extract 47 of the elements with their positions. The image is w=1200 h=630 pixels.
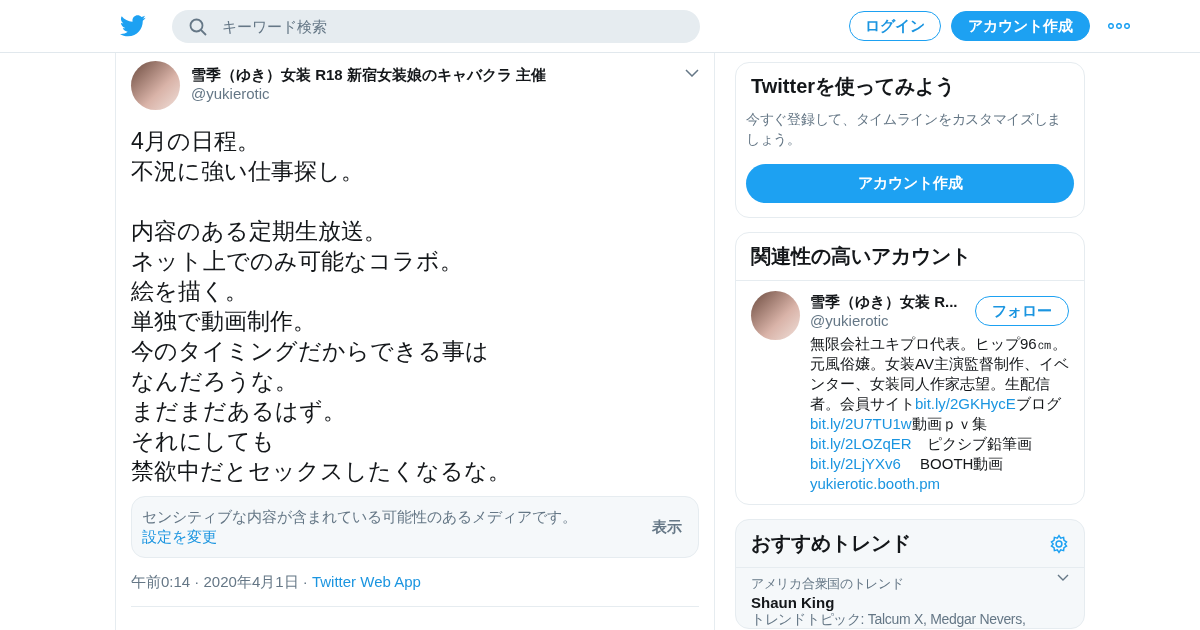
bio-link[interactable]: bit.ly/2LOZqER: [810, 435, 912, 452]
trend-name[interactable]: Shaun King: [751, 594, 1069, 611]
sensitive-warning-text: センシティブな内容が含まれている可能性のあるメディアです。 設定を変更: [142, 507, 578, 547]
bio-link[interactable]: bit.ly/2LjYXv6: [810, 455, 901, 472]
tweet-text-line: それにしても: [131, 427, 276, 456]
chevron-down-icon[interactable]: [685, 69, 699, 77]
user-handle: @yukierotic: [191, 85, 271, 102]
login-button[interactable]: ログイン: [849, 11, 941, 41]
card-title: 関連性の高いアカウント: [736, 233, 1084, 281]
signup-button[interactable]: アカウント作成: [746, 164, 1074, 203]
tweet-text-line: 不況に強い仕事探し。: [131, 157, 365, 186]
tweet-text-line: なんだろうな。: [131, 367, 299, 396]
join-text: 今すぐ登録して、タイムラインをカスタマイズしましょう。: [745, 111, 1063, 149]
tweet-text-line: 禁欲中だとセックスしたくなるな。: [131, 457, 512, 486]
trend-context: アメリカ合衆国のトレンド: [751, 575, 904, 593]
bio-link[interactable]: bit.ly/2U7TU1w: [810, 415, 912, 432]
avatar[interactable]: [751, 291, 800, 340]
separator-dot: ·: [302, 573, 308, 590]
user-handle: @yukierotic: [810, 312, 890, 329]
card-title: おすすめトレンド: [751, 531, 911, 556]
follow-button[interactable]: フォロー: [975, 296, 1069, 326]
more-icon[interactable]: [1108, 23, 1130, 29]
user-name[interactable]: 雪季（ゆき）女装 R...: [810, 293, 958, 312]
trend-topic: トレンドトピック: Talcum X, Medgar Nevers,: [751, 611, 1027, 628]
tweet-text-line: ネット上でのみ可能なコラボ。: [131, 247, 464, 276]
bird-logo[interactable]: [120, 15, 146, 37]
user-bio: 無限会社ユキプロ代表。ヒップ96㎝。元風俗嬢。女装AV主演監督制作、イベンター、女装同人作家志望。生配信者。会員サイト bit.ly/2GKHycEブログ bit.ly/2U7TU1w動画ｐｖ集 bit.ly/2LOZqER ピクシブ鉛筆画 bit.ly/2LjYXv6 BOOTH動画 yukierotic.booth.pm: [810, 334, 1069, 494]
tweet-text-line: 内容のある定期生放送。: [131, 217, 388, 246]
user-name[interactable]: 雪季（ゆき）女装 R18 新宿女装娘のキャバクラ 主催: [191, 66, 674, 85]
settings-link[interactable]: 設定を変更: [142, 528, 217, 545]
tweet-text-line: まだまだあるはず。: [131, 397, 347, 426]
show-button[interactable]: 表示: [646, 516, 688, 538]
tweet-timestamp: 午前0:14 · 2020年4月1日: [131, 573, 299, 590]
tweet-text-line: 絵を描く。: [131, 277, 249, 306]
signup-button[interactable]: アカウント作成: [951, 11, 1090, 41]
card-title: Twitterを使ってみよう: [750, 74, 957, 99]
settings-icon[interactable]: [1049, 533, 1069, 554]
bio-link[interactable]: yukierotic.booth.pm: [810, 475, 941, 492]
source-link[interactable]: Twitter Web App: [311, 573, 421, 590]
search-icon: [189, 17, 207, 36]
chevron-down-icon[interactable]: [1057, 574, 1069, 581]
search-field[interactable]: キーワード検索: [172, 9, 700, 43]
bio-link[interactable]: bit.ly/2GKHycE: [915, 395, 1016, 412]
tweet-text-line: 今のタイミングだからできる事は: [131, 337, 490, 366]
avatar[interactable]: [131, 61, 180, 110]
tweet-text-line: 4月の日程。: [131, 127, 261, 156]
tweet-text-line: 単独で動画制作。: [131, 307, 317, 336]
